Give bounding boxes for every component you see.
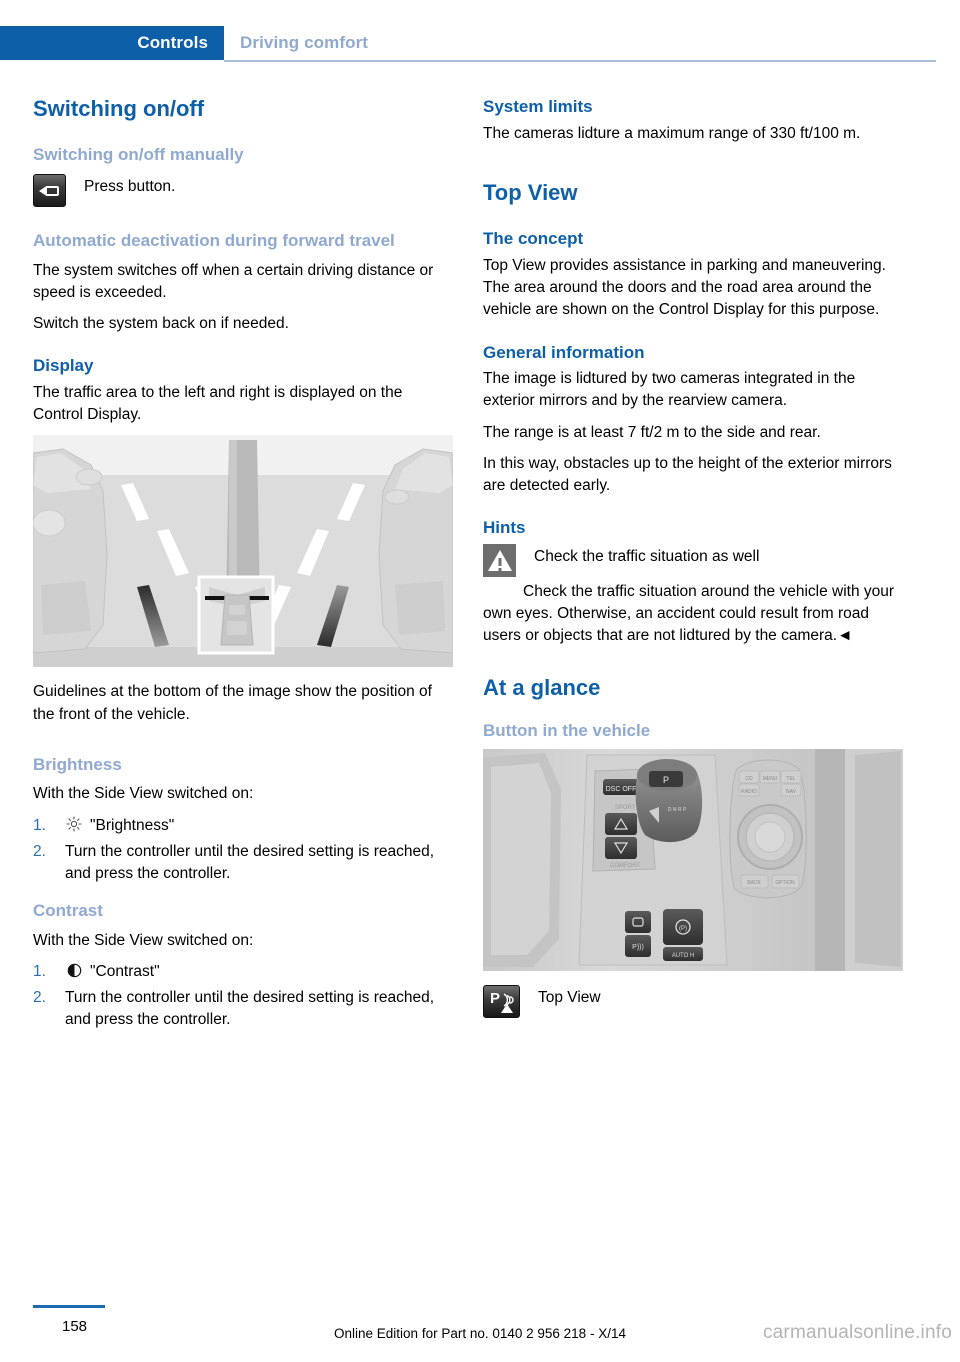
warning-exclamation-bar	[498, 557, 501, 566]
brightness-steps-list: 1. "Brightness" 2. Turn the controller u…	[33, 815, 453, 885]
auto-deactivation-paragraph-2: Switch the system back on if needed.	[33, 315, 289, 333]
display-paragraph-1: The traffic area to the left and right i…	[33, 384, 403, 424]
top-view-button-label: Top View	[538, 989, 601, 1007]
svg-text:DSC OFF: DSC OFF	[606, 786, 637, 793]
list-item: 2. Turn the controller until the desired…	[33, 987, 453, 1031]
figure-center-console-photo: DSC OFF SPORT COMFORT P D N R P P))) (P)…	[483, 749, 903, 972]
svg-text:NAV: NAV	[786, 789, 797, 795]
camera-button-icon	[33, 174, 66, 208]
list-item: 1. "Brightness"	[33, 815, 453, 837]
figure-side-view-illustration	[33, 435, 453, 668]
warning-triangle-icon	[483, 543, 516, 577]
svg-text:CD: CD	[745, 776, 753, 782]
svg-text:OPTION: OPTION	[775, 880, 795, 886]
step-text: "Contrast"	[90, 963, 160, 981]
svg-text:COMFORT: COMFORT	[610, 863, 641, 869]
page-header: Controls Driving comfort	[0, 26, 960, 62]
general-info-paragraph-1: The image is lidtured by two cameras int…	[483, 370, 856, 410]
svg-text:AUTO H: AUTO H	[672, 953, 695, 959]
step-text: "Brightness"	[90, 816, 175, 834]
list-item: 2. Turn the controller until the desired…	[33, 841, 453, 885]
heading-button-in-the-vehicle: Button in the vehicle	[483, 720, 651, 740]
step-number: 2.	[33, 989, 46, 1007]
press-button-row: Press button.	[33, 174, 453, 208]
heading-display: Display	[33, 356, 94, 376]
auto-deactivation-paragraph-1: The system switches off when a certain d…	[33, 261, 434, 302]
left-column: Switching on/off Switching on/off manual…	[33, 96, 453, 1035]
section-title-top-view: Top View	[483, 179, 578, 205]
breadcrumb-subsection-driving-comfort[interactable]: Driving comfort	[240, 26, 368, 60]
step-content: "Contrast"	[65, 961, 453, 983]
svg-text:RADIO: RADIO	[741, 789, 757, 795]
right-column: System limits The cameras lidture a maxi…	[483, 96, 903, 1022]
pdc-top-view-icon: P	[483, 985, 520, 1019]
camera-body-shape	[45, 186, 59, 197]
contrast-steps-list: 1. "Contrast" 2. Turn the controller unt…	[33, 961, 453, 1031]
warning-body-text: Check the traffic situation around the v…	[483, 582, 895, 645]
section-title-at-a-glance: At a glance	[483, 675, 601, 701]
brightness-intro: With the Side View switched on:	[33, 785, 254, 803]
pdc-triangle-shape	[501, 1004, 513, 1014]
step-text: Turn the controller until the desired se…	[65, 989, 435, 1029]
heading-hints: Hints	[483, 518, 526, 538]
warning-exclamation-dot	[498, 567, 501, 571]
svg-text:TEL: TEL	[786, 776, 795, 782]
system-limits-paragraph-1: The cameras lidture a maximum range of 3…	[483, 124, 861, 142]
top-view-button-caption-row: P Top View	[483, 985, 903, 1019]
list-item: 1. "Contrast"	[33, 961, 453, 983]
svg-text:(P): (P)	[679, 926, 687, 932]
svg-text:P: P	[663, 775, 669, 785]
general-info-paragraph-2: The range is at least 7 ft/2 m to the si…	[483, 423, 821, 441]
step-number: 1.	[33, 816, 46, 834]
step-number: 1.	[33, 963, 46, 981]
contrast-icon	[65, 961, 83, 983]
concept-paragraph-1: Top View provides assistance in parking …	[483, 257, 886, 319]
step-content: "Brightness"	[65, 815, 453, 837]
step-number: 2.	[33, 842, 46, 860]
sun-icon	[65, 815, 83, 837]
svg-text:P))): P)))	[632, 944, 644, 951]
page-title: Switching on/off	[33, 96, 205, 121]
heading-switching-manually: Switching on/off manually	[33, 145, 244, 165]
svg-text:SPORT: SPORT	[615, 805, 636, 811]
heading-automatic-deactivation: Automatic deactivation during forward tr…	[33, 231, 395, 251]
svg-text:MENU: MENU	[763, 776, 778, 782]
watermark-text: carmanualsonline.info	[762, 1322, 952, 1343]
pdc-letter-p: P	[490, 990, 501, 1008]
press-button-label: Press button.	[84, 178, 176, 196]
warning-title: Check the traffic situation as well	[534, 547, 760, 565]
heading-contrast: Contrast	[33, 901, 103, 921]
footer-divider	[33, 1305, 105, 1308]
header-divider	[224, 60, 936, 62]
heading-general-information: General information	[483, 342, 645, 362]
contrast-intro: With the Side View switched on:	[33, 931, 254, 949]
step-text: Turn the controller until the desired se…	[65, 842, 435, 882]
general-info-paragraph-3: In this way, obstacles up to the height …	[483, 454, 892, 494]
display-caption: Guidelines at the bottom of the image sh…	[33, 683, 432, 723]
svg-text:BACK: BACK	[747, 880, 761, 886]
svg-text:D N R P: D N R P	[668, 807, 687, 813]
heading-the-concept: The concept	[483, 229, 584, 249]
breadcrumb-section-controls[interactable]: Controls	[0, 26, 224, 60]
heading-brightness: Brightness	[33, 754, 122, 774]
warning-notice-row: Check the traffic situation as well	[483, 543, 903, 577]
heading-system-limits: System limits	[483, 97, 593, 116]
